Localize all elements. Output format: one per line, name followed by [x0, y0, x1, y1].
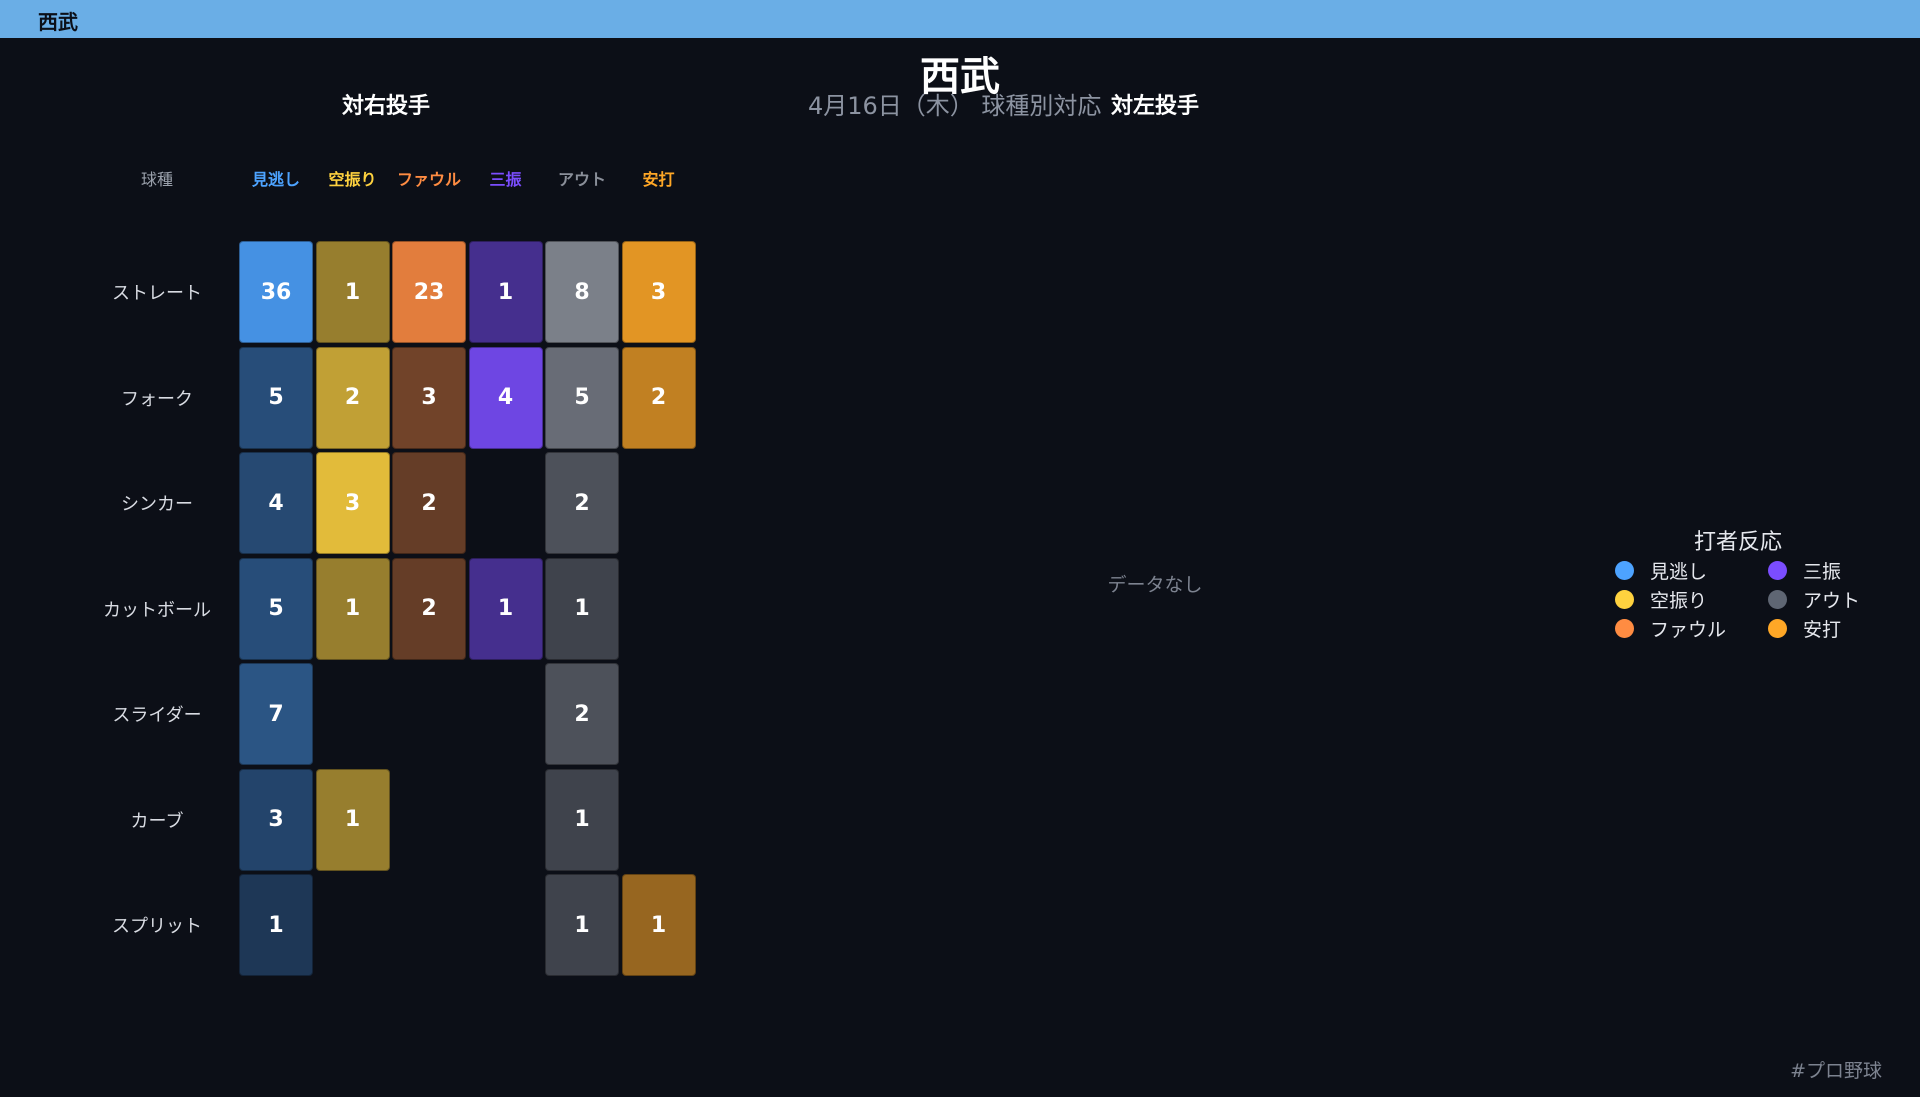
heatmap-cell: 3 — [239, 768, 313, 871]
heatmap-cell: 5 — [239, 557, 313, 660]
legend-label: ファウル — [1650, 619, 1727, 641]
legend-title: 打者反応 — [1693, 530, 1783, 555]
legend-label: 安打 — [1803, 619, 1842, 641]
row-label: カーブ — [130, 810, 184, 832]
heatmap-cell: 1 — [545, 874, 619, 976]
heatmap-cell: 23 — [392, 241, 466, 343]
legend-item: 安打 — [1768, 615, 1841, 642]
legend-item: ファウル — [1615, 615, 1726, 642]
row-label: シンカー — [121, 494, 193, 515]
legend-dot-icon — [1768, 590, 1787, 609]
panel-title-right: 対右投手 — [341, 94, 431, 119]
heatmap-cell: 36 — [239, 241, 313, 343]
column-header: 見逃し — [251, 170, 301, 189]
footer-hashtag: #プロ野球 — [1790, 1060, 1882, 1082]
heatmap-cell: 1 — [468, 557, 543, 660]
heatmap-cell: 3 — [621, 241, 696, 343]
heatmap-cell: 5 — [545, 346, 619, 449]
heatmap-cell: 1 — [239, 874, 313, 976]
legend-dot-icon — [1615, 590, 1634, 609]
column-header: ファウル — [396, 170, 462, 189]
heatmap-cell: 1 — [545, 768, 619, 871]
column-header: アウト — [557, 170, 607, 189]
panel-title-left: 対左投手 — [1110, 94, 1200, 119]
legend-dot-icon — [1615, 619, 1634, 638]
row-label: フォーク — [121, 388, 193, 410]
heatmap-cell: 5 — [239, 346, 313, 449]
row-label: スライダー — [112, 705, 202, 726]
row-label: スプリット — [112, 916, 202, 937]
topbar-title: 西武 — [38, 10, 78, 34]
heatmap-cell: 3 — [315, 452, 390, 554]
legend-dot-icon — [1768, 619, 1787, 638]
heatmap-cell: 2 — [392, 452, 466, 554]
heatmap-cell: 3 — [392, 346, 466, 449]
legend-item: 三振 — [1768, 557, 1841, 584]
row-header: 球種 — [140, 170, 174, 189]
heatmap-cell: 7 — [239, 663, 313, 765]
heatmap-cell: 1 — [315, 557, 390, 660]
heatmap-cell: 2 — [315, 346, 390, 449]
legend-label: 空振り — [1650, 590, 1708, 612]
heatmap-cell: 2 — [545, 663, 619, 765]
top-bar: 西武 — [0, 0, 1920, 38]
heatmap-cell: 4 — [239, 452, 313, 554]
legend-label: アウト — [1803, 590, 1861, 612]
legend-label: 三振 — [1803, 561, 1842, 583]
row-label: ストレート — [112, 283, 202, 304]
row-label: カットボール — [103, 599, 211, 621]
column-header: 安打 — [642, 170, 675, 189]
legend-dot-icon — [1615, 561, 1634, 580]
heatmap-cell: 1 — [315, 241, 390, 343]
heatmap-cell: 1 — [468, 241, 543, 343]
column-header: 空振り — [328, 170, 377, 189]
page-subtitle: 4月16日（木） 球種別対応 — [808, 92, 1102, 120]
heatmap-cell: 4 — [468, 346, 543, 449]
heatmap-cell: 1 — [545, 557, 619, 660]
legend-item: アウト — [1768, 586, 1860, 613]
heatmap-cell: 8 — [545, 241, 619, 343]
heatmap-cell: 2 — [621, 346, 696, 449]
heatmap-cell: 2 — [545, 452, 619, 554]
legend-label: 見逃し — [1650, 561, 1708, 583]
legend-dot-icon — [1768, 561, 1787, 580]
no-data-text: データなし — [1107, 574, 1203, 596]
heatmap-cell: 1 — [621, 874, 696, 976]
legend-item: 空振り — [1615, 586, 1707, 613]
column-header: 三振 — [489, 170, 522, 189]
legend-item: 見逃し — [1615, 557, 1707, 584]
heatmap-cell: 1 — [315, 768, 390, 871]
heatmap-cell: 2 — [392, 557, 466, 660]
